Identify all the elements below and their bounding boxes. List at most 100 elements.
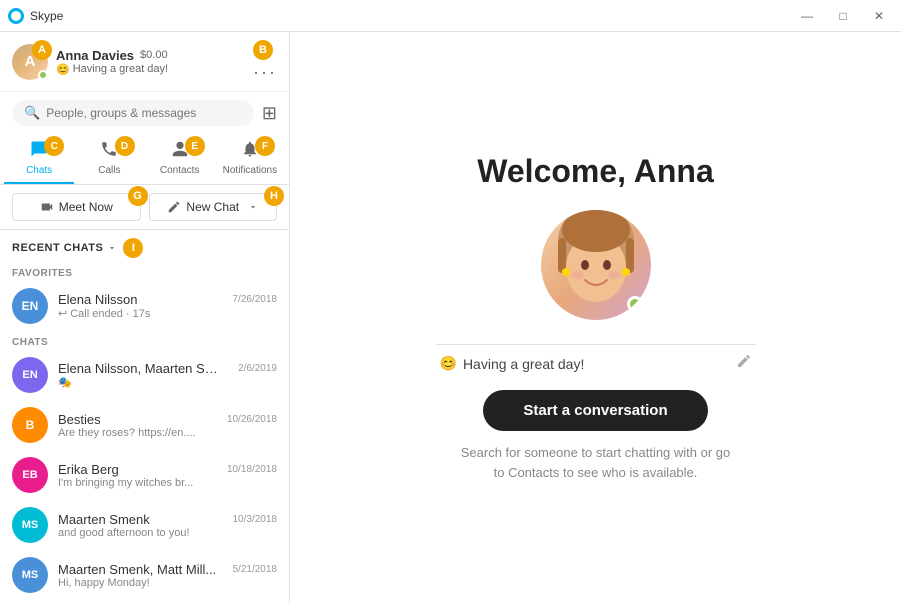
profile-area: A A Anna Davies $0.00 😊 Having a great d… [0, 32, 289, 92]
profile-status: 😊 Having a great day! [56, 63, 168, 76]
tab-chats-label: Chats [26, 165, 52, 176]
edit-status-icon[interactable] [736, 353, 752, 374]
status-text-main: Having a great day! [463, 356, 584, 372]
welcome-avatar [541, 210, 651, 320]
chat-preview: 🎭 [58, 376, 277, 389]
search-area: 🔍 ⊞ [0, 92, 289, 134]
chat-date: 10/3/2018 [233, 514, 278, 525]
app-icon [8, 8, 24, 24]
minimize-button[interactable]: — [793, 6, 821, 26]
titlebar: Skype — □ ✕ [0, 0, 901, 32]
list-item[interactable]: MS Maarten Smenk, Matt Mill... 5/21/2018… [0, 550, 289, 600]
nav-tabs: C Chats D Calls E Contacts [0, 134, 289, 185]
status-emoji: 😊 [56, 63, 70, 76]
chat-name: Maarten Smenk [58, 512, 150, 527]
action-buttons: G Meet Now H New Chat [0, 185, 289, 230]
tab-calls[interactable]: D Calls [74, 134, 144, 184]
welcome-description: Search for someone to start chatting wit… [456, 443, 736, 482]
list-item[interactable]: EB Erika Berg 10/18/2018 I'm bringing my… [0, 450, 289, 500]
titlebar-left: Skype [8, 8, 63, 24]
chat-info: Elena Nilsson, Maarten Sm... 2/6/2019 🎭 [58, 361, 277, 389]
chat-preview: and good afternoon to you! [58, 527, 277, 539]
tab-notifications[interactable]: F Notifications [215, 134, 285, 184]
welcome-title: Welcome, Anna [477, 153, 714, 190]
new-chat-label: New Chat [186, 200, 239, 214]
chat-preview: Hi, happy Monday! [58, 577, 277, 589]
preview-emoji: 🎭 [58, 376, 72, 389]
maximize-button[interactable]: □ [829, 6, 857, 26]
avatar: EB [12, 457, 48, 493]
chat-date: 5/21/2018 [233, 564, 278, 575]
badge-h: H [264, 186, 284, 206]
search-box: 🔍 [12, 100, 254, 126]
tab-contacts[interactable]: E Contacts [145, 134, 215, 184]
tab-calls-label: Calls [98, 165, 120, 176]
chat-info: Elena Nilsson 7/26/2018 ↩ Call ended · 1… [58, 292, 277, 320]
chat-name: Elena Nilsson, Maarten Sm... [58, 361, 218, 376]
recent-chats-label: RECENT CHATS [12, 242, 103, 254]
chat-preview: Are they roses? https://en.... [58, 427, 277, 439]
new-chat-button[interactable]: H New Chat [149, 193, 278, 221]
status-text: Having a great day! [73, 63, 168, 75]
list-item[interactable]: EN Elena Nilsson, Maarten Sm... 2/6/2019… [0, 350, 289, 400]
avatar: EN [12, 288, 48, 324]
window-controls: — □ ✕ [793, 6, 893, 26]
profile-name: Anna Davies [56, 48, 134, 63]
list-item[interactable]: B Besties 10/26/2018 Are they roses? htt… [0, 400, 289, 450]
chat-preview: ↩ Call ended · 17s [58, 307, 277, 320]
badge-c: C [44, 136, 64, 156]
preview-text: I'm bringing my witches br... [58, 477, 193, 489]
preview-text: Are they roses? https://en.... [58, 427, 196, 439]
avatar: EN [12, 357, 48, 393]
avatar: MS [12, 557, 48, 593]
avatar-online-dot [627, 296, 643, 312]
list-item[interactable]: EN Elena Nilsson 7/26/2018 ↩ Call ended … [0, 281, 289, 331]
status-emoji: 😊 [440, 355, 457, 372]
meet-now-button[interactable]: G Meet Now [12, 193, 141, 221]
chat-info: Erika Berg 10/18/2018 I'm bringing my wi… [58, 462, 277, 489]
recent-chats-chevron [107, 243, 117, 253]
preview-text: and good afternoon to you! [58, 527, 190, 539]
tab-chats[interactable]: C Chats [4, 134, 74, 184]
search-input[interactable] [46, 106, 242, 120]
chat-name: Maarten Smenk, Matt Mill... [58, 562, 216, 577]
chat-list: FAVORITES EN Elena Nilsson 7/26/2018 ↩ C… [0, 262, 289, 603]
preview-text: Hi, happy Monday! [58, 577, 150, 589]
badge-a: A [32, 40, 52, 60]
chat-info: Maarten Smenk, Matt Mill... 5/21/2018 Hi… [58, 562, 277, 589]
avatar: B [12, 407, 48, 443]
favorites-label: FAVORITES [0, 262, 289, 281]
main-content: Welcome, Anna [290, 32, 901, 603]
chat-date: 10/26/2018 [227, 414, 277, 425]
app-body: A A Anna Davies $0.00 😊 Having a great d… [0, 32, 901, 603]
list-item[interactable]: MS Maarten Smenk 10/3/2018 and good afte… [0, 500, 289, 550]
recent-chats-header: RECENT CHATS I [0, 230, 289, 262]
status-display: 😊 Having a great day! [440, 355, 585, 372]
preview-text: Call ended · 17s [70, 308, 150, 320]
meet-now-label: Meet Now [59, 200, 113, 214]
profile-left: A A Anna Davies $0.00 😊 Having a great d… [12, 44, 168, 80]
chat-preview: I'm bringing my witches br... [58, 477, 277, 489]
tab-notifications-label: Notifications [223, 165, 277, 176]
chat-date: 7/26/2018 [233, 294, 278, 305]
profile-balance: $0.00 [140, 49, 168, 61]
chat-date: 2/6/2019 [238, 363, 277, 374]
chat-name: Erika Berg [58, 462, 119, 477]
badge-d: D [115, 136, 135, 156]
start-conversation-button[interactable]: Start a conversation [483, 390, 707, 431]
badge-g: G [128, 186, 148, 206]
more-options-button[interactable]: ··· [253, 62, 277, 82]
avatar-wrap: A A [12, 44, 48, 80]
preview-icon: ↩ [58, 307, 67, 320]
badge-i: I [123, 238, 143, 258]
chat-info: Besties 10/26/2018 Are they roses? https… [58, 412, 277, 439]
close-button[interactable]: ✕ [865, 6, 893, 26]
profile-info: Anna Davies $0.00 😊 Having a great day! [56, 48, 168, 76]
tab-contacts-label: Contacts [160, 165, 199, 176]
grid-icon[interactable]: ⊞ [262, 103, 277, 124]
divider [436, 344, 756, 345]
search-icon: 🔍 [24, 105, 40, 121]
app-title: Skype [30, 9, 63, 23]
status-row: 😊 Having a great day! [436, 353, 756, 374]
avatar: MS [12, 507, 48, 543]
